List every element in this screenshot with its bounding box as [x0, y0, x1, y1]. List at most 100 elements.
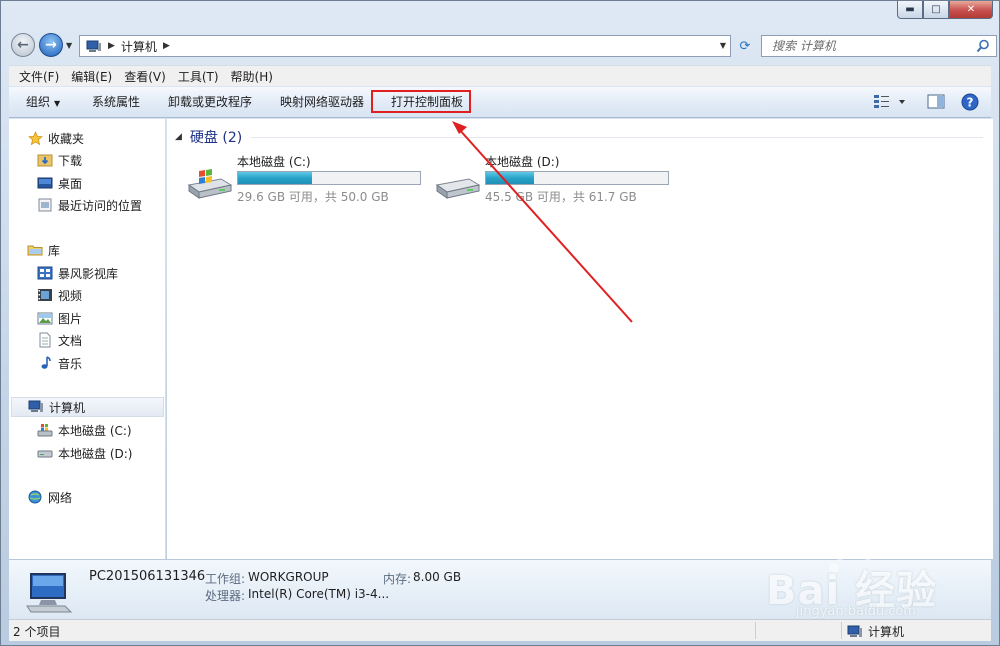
computer-icon: [86, 40, 101, 52]
system-properties-button[interactable]: 系统属性: [92, 87, 140, 117]
content-pane: ◢ 硬盘 (2) 本地磁盘 (C:) 29.6 GB 可用，共 50.0 GB: [167, 119, 993, 559]
drive-space-info: 45.5 GB 可用，共 61.7 GB: [485, 190, 637, 204]
hard-drive-icon: [435, 178, 481, 199]
nav-label: 收藏夹: [48, 131, 85, 146]
search-icon[interactable]: [976, 39, 990, 53]
menu-help[interactable]: 帮助(H): [225, 68, 279, 85]
command-bar: 组织 ▼ 系统属性 卸载或更改程序 映射网络驱动器 打开控制面板 ?: [9, 87, 991, 118]
nav-desktop[interactable]: 桌面: [37, 173, 82, 193]
nav-label: 音乐: [58, 356, 83, 371]
organize-button[interactable]: 组织 ▼: [26, 87, 60, 117]
back-button[interactable]: ←: [11, 33, 35, 57]
minimize-button[interactable]: ▬: [897, 1, 923, 19]
star-icon: [27, 130, 43, 146]
nav-pictures[interactable]: 图片: [37, 308, 82, 328]
help-icon[interactable]: ?: [961, 93, 979, 111]
drive-usage-bar: [237, 171, 421, 185]
breadcrumb-arrow-icon[interactable]: ▶: [163, 41, 170, 51]
hard-disks-group-header[interactable]: ◢ 硬盘 (2): [175, 127, 242, 147]
nav-downloads[interactable]: 下载: [37, 150, 82, 170]
uninstall-program-button[interactable]: 卸载或更改程序: [168, 87, 252, 117]
nav-libraries[interactable]: 库: [27, 240, 60, 260]
nav-drive-c[interactable]: 本地磁盘 (C:): [37, 420, 132, 440]
nav-label: 图片: [58, 311, 83, 326]
music-note-icon: [37, 355, 53, 371]
group-title: 硬盘 (2): [189, 130, 243, 146]
breadcrumb-computer[interactable]: 计算机: [121, 38, 157, 55]
search-box[interactable]: [761, 35, 997, 57]
menu-edit[interactable]: 编辑(E): [65, 68, 118, 85]
nav-label: 下载: [58, 153, 83, 168]
nav-label: 计算机: [49, 400, 86, 415]
window-controls: ▬ □ ✕: [897, 1, 993, 19]
address-bar[interactable]: ▶ 计算机 ▶ ▼: [79, 35, 731, 57]
drive-usage-fill: [486, 172, 534, 184]
recent-pages-dropdown[interactable]: ▼: [66, 41, 72, 50]
refresh-icon[interactable]: ⟳: [735, 35, 755, 57]
address-dropdown-icon[interactable]: ▼: [720, 41, 726, 50]
windows-drive-icon: [37, 422, 53, 438]
video-icon: [37, 287, 53, 303]
menu-tools[interactable]: 工具(T): [172, 68, 225, 85]
nav-recent-places[interactable]: 最近访问的位置: [37, 195, 142, 215]
network-icon: [27, 489, 43, 505]
nav-label: 暴风影视库: [58, 266, 119, 281]
status-divider: [755, 622, 756, 639]
close-button[interactable]: ✕: [949, 1, 993, 19]
item-count: 2 个项目: [13, 625, 61, 639]
library-folder-icon: [27, 242, 43, 258]
windows-drive-icon: [187, 169, 233, 199]
nav-documents[interactable]: 文档: [37, 330, 82, 350]
document-icon: [37, 332, 53, 348]
nav-label: 本地磁盘 (D:): [58, 446, 133, 461]
status-bar: 2 个项目 计算机: [9, 619, 991, 641]
nav-storm-library[interactable]: 暴风影视库: [37, 263, 118, 283]
navigation-pane: 收藏夹 下载 桌面 最近访问的位置 库 暴风影视库 视频 图片 文档 音乐 计算…: [9, 119, 166, 559]
nav-videos[interactable]: 视频: [37, 285, 82, 305]
collapse-triangle-icon[interactable]: ◢: [175, 132, 182, 142]
nav-drive-d[interactable]: 本地磁盘 (D:): [37, 443, 132, 463]
chevron-down-icon: ▼: [54, 99, 61, 108]
map-network-drive-button[interactable]: 映射网络驱动器: [280, 87, 364, 117]
breadcrumb-arrow-icon[interactable]: ▶: [108, 41, 115, 51]
nav-label: 库: [48, 243, 61, 258]
memory-label: 内存:: [383, 572, 412, 586]
drive-d-tile[interactable]: 本地磁盘 (D:) 45.5 GB 可用，共 61.7 GB: [433, 153, 678, 205]
nav-label: 最近访问的位置: [58, 198, 143, 213]
preview-pane-icon[interactable]: [927, 93, 945, 111]
open-control-panel-button[interactable]: 打开控制面板: [391, 87, 463, 117]
status-divider: [841, 622, 842, 639]
forward-button[interactable]: →: [39, 33, 63, 57]
maximize-button[interactable]: □: [923, 1, 949, 19]
nav-network[interactable]: 网络: [27, 487, 72, 507]
explorer-window: ▬ □ ✕ ← → ▼ ▶ 计算机 ▶ ▼ ⟳ 文件(F: [0, 0, 1000, 646]
hard-drive-icon: [37, 445, 53, 461]
nav-label: 文档: [58, 333, 83, 348]
change-view-icon[interactable]: [873, 93, 909, 111]
workgroup-label: 工作组:: [205, 572, 246, 586]
status-location: 计算机: [847, 623, 904, 640]
picture-icon: [37, 310, 53, 326]
nav-computer[interactable]: 计算机: [11, 397, 164, 417]
computer-icon: [847, 625, 862, 637]
computer-icon: [26, 573, 73, 613]
processor-value: Intel(R) Core(TM) i3-4...: [248, 587, 390, 601]
drive-c-tile[interactable]: 本地磁盘 (C:) 29.6 GB 可用，共 50.0 GB: [185, 153, 430, 205]
nav-music[interactable]: 音乐: [37, 353, 82, 373]
recent-places-icon: [37, 197, 53, 213]
drive-usage-bar: [485, 171, 669, 185]
media-library-icon: [37, 265, 53, 281]
nav-label: 桌面: [58, 176, 83, 191]
organize-label: 组织: [26, 95, 51, 109]
drive-name: 本地磁盘 (C:): [237, 155, 311, 169]
navigation-row: ← → ▼ ▶ 计算机 ▶ ▼ ⟳: [9, 31, 997, 61]
search-input[interactable]: [762, 36, 970, 56]
details-pane: PC201506131346 工作组: WORKGROUP 内存: 8.00 G…: [9, 559, 991, 619]
menu-view[interactable]: 查看(V): [118, 68, 172, 85]
menu-file[interactable]: 文件(F): [13, 68, 65, 85]
nav-favorites[interactable]: 收藏夹: [27, 128, 84, 148]
memory-value: 8.00 GB: [413, 570, 462, 584]
processor-label: 处理器:: [205, 589, 246, 603]
group-divider: [251, 137, 983, 138]
nav-label: 网络: [48, 490, 73, 505]
